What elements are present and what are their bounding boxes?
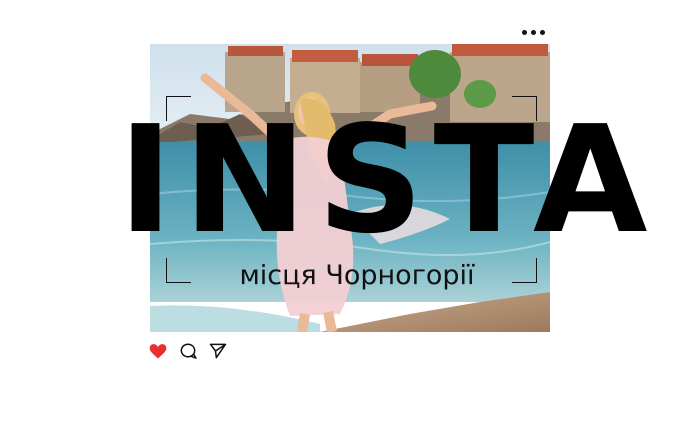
comment-icon[interactable] — [178, 341, 198, 361]
share-icon[interactable] — [208, 341, 228, 361]
post-title: INSTA — [118, 94, 658, 266]
post-actions — [148, 340, 228, 362]
heart-icon[interactable] — [148, 341, 168, 361]
post-subtitle: місця Чорногорії — [239, 260, 475, 291]
more-options-button[interactable] — [522, 28, 552, 36]
dot — [531, 29, 536, 35]
dot — [540, 29, 545, 35]
dot — [522, 29, 527, 35]
